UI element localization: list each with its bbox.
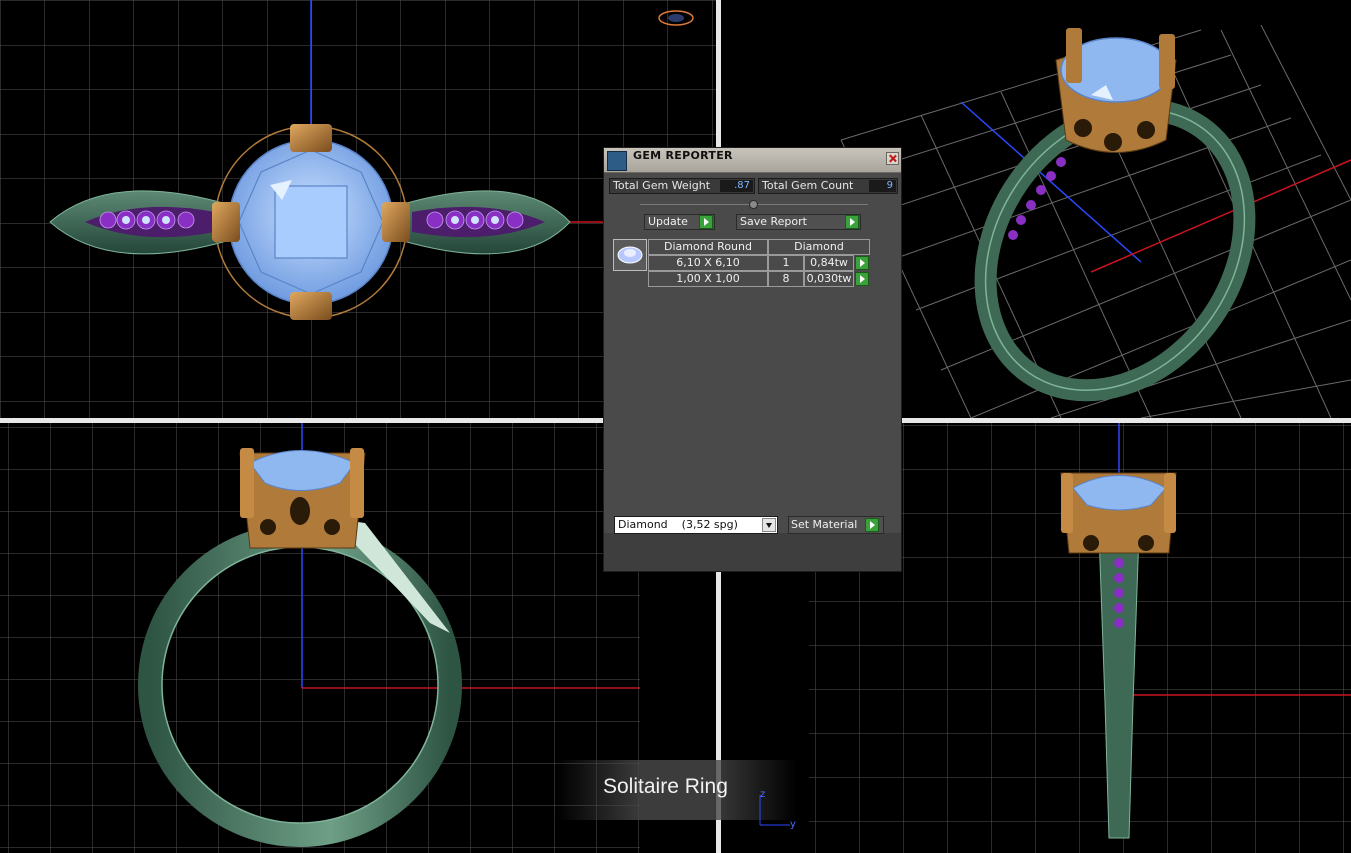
save-report-button-label: Save Report [740,215,807,228]
arrow-right-icon [865,518,879,532]
total-gem-count-label: Total Gem Count [762,179,854,192]
axis-label-z: z [760,789,766,800]
row-2-weight[interactable]: 0,030tw [804,271,854,287]
axis-label-y: y [790,819,796,830]
row-1-weight[interactable]: 0,84tw [804,255,854,271]
material-select-value: Diamond (3,52 spg) [618,518,738,531]
row-1-count[interactable]: 1 [768,255,804,271]
update-button-label: Update [648,215,688,228]
update-button[interactable]: Update [644,214,715,230]
arrow-right-icon [845,215,859,229]
row-2-arrow-right-icon[interactable] [855,272,869,286]
gem-reporter-app-icon [607,151,627,171]
diamond-round-icon [613,239,647,271]
total-gem-count-value: 9 [869,180,896,192]
gem-reporter-footer [604,533,901,571]
material-select[interactable]: Diamond (3,52 spg) [614,516,778,534]
save-report-button[interactable]: Save Report [736,214,861,230]
total-gem-weight-value: .87 [720,180,753,192]
total-gem-weight-field: Total Gem Weight .87 [609,178,755,194]
gem-reporter-window[interactable]: GEM REPORTER Total Gem Weight .87 Total … [603,147,902,572]
table-header-material: Diamond [768,239,870,255]
row-2-size[interactable]: 1,00 X 1,00 [648,271,768,287]
gem-reporter-titlebar[interactable]: GEM REPORTER [604,148,901,173]
total-gem-weight-label: Total Gem Weight [613,179,711,192]
row-1-arrow-right-icon[interactable] [855,256,869,270]
collapse-handle[interactable] [749,200,758,209]
gem-reporter-title: GEM REPORTER [633,149,733,162]
total-gem-count-field: Total Gem Count 9 [758,178,898,194]
gem-reporter-body: Total Gem Weight .87 Total Gem Count 9 U… [604,173,901,571]
close-icon[interactable] [886,152,899,165]
diamond-round-icon-art [617,246,643,264]
row-2-count[interactable]: 8 [768,271,804,287]
chevron-down-icon[interactable] [762,518,776,532]
caption-title: Solitaire Ring [603,775,728,798]
table-header-shape: Diamond Round [648,239,768,255]
set-material-button[interactable]: Set Material [788,516,884,534]
set-material-button-label: Set Material [791,518,858,531]
arrow-right-icon [699,215,713,229]
row-1-size[interactable]: 6,10 X 6,10 [648,255,768,271]
